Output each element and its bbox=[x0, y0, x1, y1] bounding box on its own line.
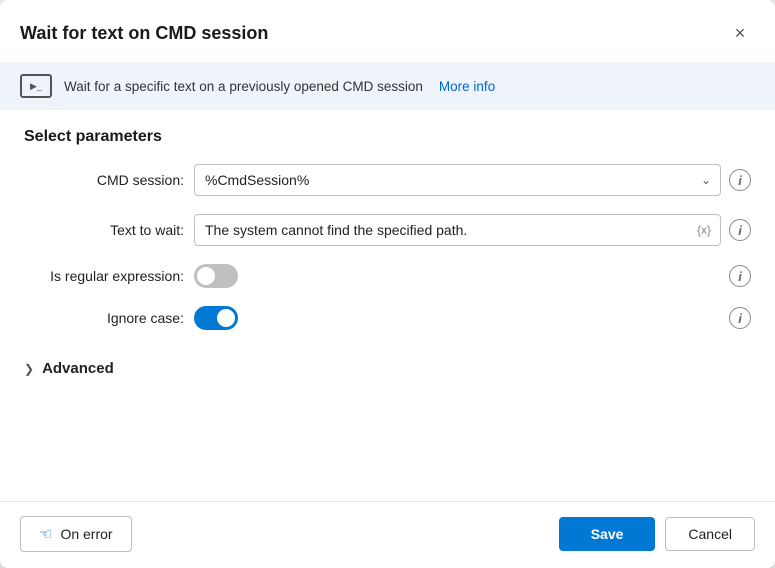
toggle-slider-on bbox=[194, 306, 238, 330]
is-regular-expression-row: Is regular expression: i bbox=[24, 264, 751, 288]
toggle-slider bbox=[194, 264, 238, 288]
ignore-case-row: Ignore case: i bbox=[24, 306, 751, 330]
cmd-session-row: CMD session: %CmdSession% ⌄ i bbox=[24, 164, 751, 196]
form-content: Select parameters CMD session: %CmdSessi… bbox=[0, 110, 775, 493]
dialog: Wait for text on CMD session × Wait for … bbox=[0, 0, 775, 568]
ignore-case-label: Ignore case: bbox=[24, 310, 184, 326]
section-title: Select parameters bbox=[24, 128, 751, 146]
cmd-session-info-button[interactable]: i bbox=[729, 169, 751, 191]
text-to-wait-row: Text to wait: {x} i bbox=[24, 214, 751, 246]
is-regular-expression-label: Is regular expression: bbox=[24, 268, 184, 284]
shield-icon: ☜ bbox=[39, 525, 52, 543]
title-bar: Wait for text on CMD session × bbox=[0, 0, 775, 62]
ignore-case-control: i bbox=[194, 306, 751, 330]
ignore-case-info-button[interactable]: i bbox=[729, 307, 751, 329]
is-regular-expression-control: i bbox=[194, 264, 751, 288]
advanced-label: Advanced bbox=[42, 360, 114, 377]
footer-actions: Save Cancel bbox=[559, 517, 755, 551]
dialog-title: Wait for text on CMD session bbox=[20, 23, 268, 44]
is-regular-expression-toggle-wrap bbox=[194, 264, 238, 288]
footer: ☜ On error Save Cancel bbox=[0, 501, 775, 568]
cmd-session-select[interactable]: %CmdSession% bbox=[194, 164, 721, 196]
cmd-icon bbox=[20, 74, 52, 98]
is-regular-expression-info-button[interactable]: i bbox=[729, 265, 751, 287]
advanced-section[interactable]: ❯ Advanced bbox=[24, 348, 751, 377]
ignore-case-toggle[interactable] bbox=[194, 306, 238, 330]
text-to-wait-info-button[interactable]: i bbox=[729, 219, 751, 241]
ignore-case-toggle-wrap bbox=[194, 306, 238, 330]
cmd-session-control: %CmdSession% ⌄ i bbox=[194, 164, 751, 196]
save-button[interactable]: Save bbox=[559, 517, 656, 551]
cmd-session-label: CMD session: bbox=[24, 172, 184, 188]
info-banner: Wait for a specific text on a previously… bbox=[0, 62, 775, 110]
cmd-session-select-wrapper: %CmdSession% ⌄ bbox=[194, 164, 721, 196]
text-to-wait-control: {x} i bbox=[194, 214, 751, 246]
text-to-wait-input-wrap: {x} bbox=[194, 214, 721, 246]
more-info-link[interactable]: More info bbox=[439, 79, 495, 94]
cancel-button[interactable]: Cancel bbox=[665, 517, 755, 551]
text-to-wait-input[interactable] bbox=[194, 214, 721, 246]
on-error-label: On error bbox=[60, 526, 112, 542]
on-error-button[interactable]: ☜ On error bbox=[20, 516, 132, 552]
is-regular-expression-toggle[interactable] bbox=[194, 264, 238, 288]
banner-text: Wait for a specific text on a previously… bbox=[64, 79, 423, 94]
text-to-wait-label: Text to wait: bbox=[24, 222, 184, 238]
close-button[interactable]: × bbox=[725, 18, 755, 48]
advanced-chevron-icon: ❯ bbox=[24, 362, 34, 376]
